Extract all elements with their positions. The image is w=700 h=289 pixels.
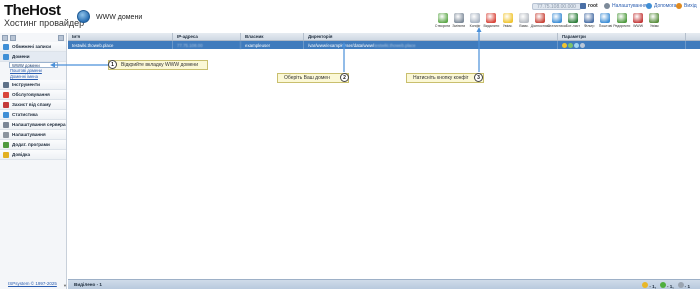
callout-1-text: Відкрийте вкладку WWW домени — [121, 62, 198, 68]
callout-3: Натисніть кнопку конфіг — [406, 73, 484, 83]
callout-2: Оберіть Ваш домен — [277, 73, 349, 83]
callout-1: Відкрийте вкладку WWW домени — [108, 60, 208, 70]
callout-3-text: Натисніть кнопку конфіг — [413, 75, 469, 81]
callout-2-number: 2 — [340, 73, 349, 82]
callout-2-text: Оберіть Ваш домен — [284, 75, 330, 81]
callout-3-number: 3 — [474, 73, 483, 82]
callout-1-number: 1 — [108, 60, 117, 69]
callout-arrows — [50, 27, 482, 72]
